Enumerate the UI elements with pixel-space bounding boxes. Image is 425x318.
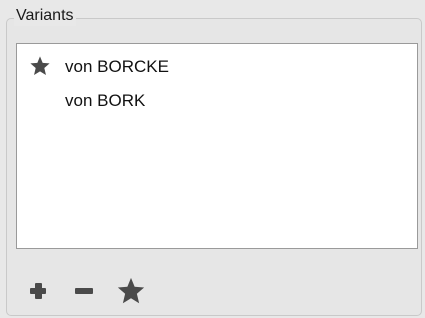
set-preferred-variant-button[interactable] [116, 276, 146, 306]
variant-label: von BORCKE [65, 57, 169, 76]
add-variant-button[interactable] [26, 279, 50, 303]
star-icon [117, 277, 145, 304]
list-item-variant-1[interactable]: von BORCKE [17, 52, 417, 82]
remove-variant-button[interactable] [72, 279, 96, 303]
preferred-star-icon [29, 55, 51, 77]
variants-list[interactable]: von BORCKE von BORK [16, 43, 418, 249]
variant-label: von BORK [65, 91, 146, 110]
list-item-variant-2[interactable]: von BORK [17, 86, 417, 116]
variants-group-title: Variants [14, 6, 76, 26]
minus-icon [75, 288, 93, 294]
plus-icon [30, 283, 46, 299]
